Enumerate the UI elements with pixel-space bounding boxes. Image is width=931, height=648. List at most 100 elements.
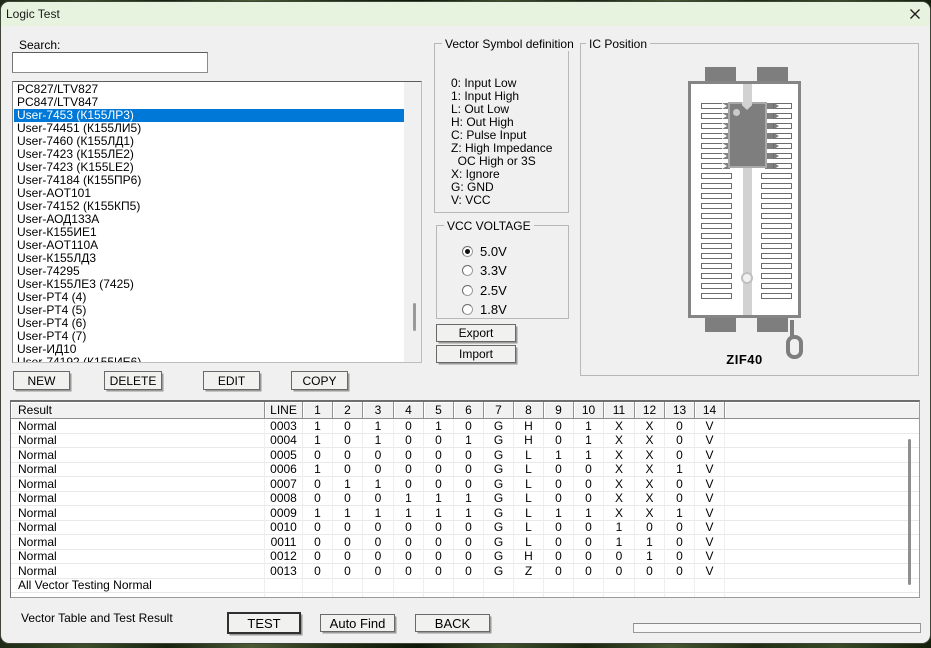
table-cell: X bbox=[635, 434, 665, 449]
table-cell bbox=[363, 593, 394, 598]
autofind-button[interactable]: Auto Find bbox=[320, 614, 395, 632]
socket-pin bbox=[701, 103, 723, 109]
close-icon[interactable] bbox=[905, 4, 925, 24]
socket-screw bbox=[741, 272, 753, 284]
table-cell bbox=[514, 579, 544, 594]
table-cell: 0009 bbox=[265, 506, 303, 521]
table-cell: 0012 bbox=[265, 550, 303, 565]
socket-pin bbox=[701, 113, 723, 119]
table-cell: G bbox=[484, 521, 514, 536]
table-cell: 0 bbox=[333, 535, 363, 550]
result-table[interactable]: ResultLINE1234567891011121314 Normal0003… bbox=[10, 400, 920, 598]
table-cell bbox=[574, 593, 604, 598]
table-cell-fill bbox=[725, 579, 919, 594]
logic-test-dialog: Logic Test Search: PC827/LTV827PC847/LTV… bbox=[1, 2, 930, 643]
titlebar: Logic Test bbox=[1, 2, 930, 26]
table-cell: 0 bbox=[394, 434, 424, 449]
radio-label: 3.3V bbox=[480, 263, 507, 278]
table-cell: G bbox=[484, 477, 514, 492]
table-cell: V bbox=[695, 564, 725, 579]
list-scrollbar-thumb[interactable] bbox=[413, 303, 416, 331]
table-cell: Normal bbox=[11, 564, 265, 579]
table-cell bbox=[695, 593, 725, 598]
table-cell: 0 bbox=[363, 492, 394, 507]
table-row: Normal0012000000GH00010V bbox=[11, 550, 919, 565]
table-cell: V bbox=[695, 535, 725, 550]
back-button[interactable]: BACK bbox=[415, 614, 490, 632]
table-cell bbox=[544, 593, 574, 598]
table-cell: 1 bbox=[333, 506, 363, 521]
table-cell: X bbox=[604, 506, 635, 521]
table-cell: 0 bbox=[394, 419, 424, 434]
table-cell: 0 bbox=[544, 535, 574, 550]
table-scrollbar-thumb[interactable] bbox=[908, 439, 911, 585]
table-cell-fill bbox=[725, 564, 919, 579]
table-cell: 0013 bbox=[265, 564, 303, 579]
list-scrollbar-track[interactable] bbox=[404, 82, 421, 362]
table-cell: X bbox=[635, 477, 665, 492]
delete-button[interactable]: DELETE bbox=[104, 371, 162, 390]
table-cell: 1 bbox=[635, 535, 665, 550]
table-row: Normal0013000000GZ00000V bbox=[11, 564, 919, 579]
table-row: Normal0004101001GH01XX0V bbox=[11, 434, 919, 449]
table-cell: 1 bbox=[394, 492, 424, 507]
table-cell: V bbox=[695, 448, 725, 463]
table-row: Normal0010000000GL00100V bbox=[11, 521, 919, 536]
socket-pin bbox=[761, 223, 792, 229]
table-cell: 0 bbox=[574, 463, 604, 478]
socket-pin bbox=[761, 173, 792, 179]
table-cell: Normal bbox=[11, 434, 265, 449]
table-cell bbox=[635, 593, 665, 598]
ic-position-groupbox: IC Position ZIF40 bbox=[580, 43, 919, 376]
test-button[interactable]: TEST bbox=[227, 612, 301, 634]
vcc-option-3.3V[interactable]: 3.3V bbox=[462, 264, 507, 277]
radio-icon[interactable] bbox=[462, 304, 473, 315]
search-input[interactable] bbox=[12, 52, 208, 73]
table-cell: H bbox=[514, 550, 544, 565]
table-cell: 0 bbox=[544, 564, 574, 579]
copy-button[interactable]: COPY bbox=[291, 371, 348, 390]
table-cell: X bbox=[635, 448, 665, 463]
vcc-option-5.0V[interactable]: 5.0V bbox=[462, 245, 507, 258]
table-cell: 0007 bbox=[265, 477, 303, 492]
table-cell: 0 bbox=[544, 419, 574, 434]
vcc-option-1.8V[interactable]: 1.8V bbox=[462, 303, 507, 316]
table-cell: L bbox=[514, 463, 544, 478]
table-cell: 1 bbox=[604, 535, 635, 550]
socket-pin bbox=[761, 183, 792, 189]
radio-icon[interactable] bbox=[462, 265, 473, 276]
table-cell: 0 bbox=[303, 564, 333, 579]
table-cell bbox=[424, 593, 454, 598]
table-cell: 1 bbox=[665, 463, 695, 478]
device-listbox[interactable]: PC827/LTV827PC847/LTV847User-7453 (К155Л… bbox=[12, 81, 422, 363]
table-cell: X bbox=[604, 448, 635, 463]
table-cell bbox=[303, 579, 333, 594]
socket-pin bbox=[701, 263, 732, 269]
table-row: Normal0009111111GL11XX1V bbox=[11, 506, 919, 521]
table-cell: 0 bbox=[544, 550, 574, 565]
socket-pin bbox=[701, 293, 732, 299]
table-cell: 1 bbox=[333, 477, 363, 492]
table-cell: 0 bbox=[454, 521, 484, 536]
edit-button[interactable]: EDIT bbox=[203, 371, 260, 390]
radio-label: 5.0V bbox=[480, 244, 507, 259]
table-header-cell: LINE bbox=[265, 402, 303, 418]
radio-icon[interactable] bbox=[462, 246, 473, 257]
socket-pin bbox=[761, 213, 792, 219]
list-item[interactable]: User-74192 (К155ИЕ6) bbox=[14, 356, 404, 363]
table-header-cell: Result bbox=[11, 402, 265, 418]
export-button[interactable]: Export bbox=[436, 324, 516, 342]
import-button[interactable]: Import bbox=[436, 345, 516, 363]
table-cell: 1 bbox=[544, 506, 574, 521]
new-button[interactable]: NEW bbox=[13, 371, 70, 390]
vcc-option-2.5V[interactable]: 2.5V bbox=[462, 284, 507, 297]
table-cell: 0 bbox=[424, 550, 454, 565]
table-cell: Normal bbox=[11, 419, 265, 434]
table-cell: All Vector Testing Normal bbox=[11, 579, 265, 594]
radio-icon[interactable] bbox=[462, 285, 473, 296]
table-cell: 1 bbox=[363, 419, 394, 434]
table-cell-fill bbox=[725, 463, 919, 478]
table-cell: 0 bbox=[574, 477, 604, 492]
vector-symbol-groupbox: Vector Symbol definition 0: Input Low1: … bbox=[434, 43, 569, 213]
table-row: Normal0008000111GL00XX0V bbox=[11, 492, 919, 507]
